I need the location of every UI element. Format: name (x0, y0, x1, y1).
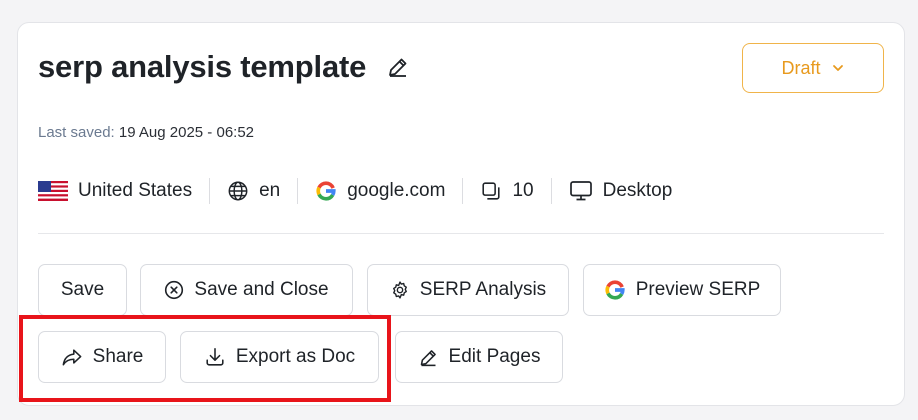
edit-pages-label: Edit Pages (448, 346, 541, 367)
meta-separator (462, 178, 464, 204)
device-text: Desktop (602, 180, 673, 201)
share-icon (61, 347, 83, 367)
preview-serp-label: Preview SERP (635, 279, 761, 300)
download-icon (204, 346, 226, 368)
meta-language: en (227, 180, 280, 202)
title-row: serp analysis template (38, 49, 412, 85)
meta-search-engine: google.com (315, 180, 445, 202)
serp-analysis-label: SERP Analysis (419, 279, 547, 300)
result-count-text: 10 (512, 180, 534, 201)
preview-serp-button[interactable]: Preview SERP (583, 264, 781, 316)
last-saved-label: Last saved: (38, 124, 115, 141)
save-button-label: Save (60, 279, 105, 300)
meta-country: United States (38, 180, 192, 202)
serp-analysis-button[interactable]: SERP Analysis (367, 264, 569, 316)
google-icon (604, 279, 626, 301)
edit-pages-button[interactable]: Edit Pages (395, 331, 563, 383)
save-and-close-label: Save and Close (194, 279, 329, 300)
search-engine-text: google.com (347, 180, 446, 201)
last-saved-value: 19 Aug 2025 - 06:52 (118, 124, 255, 141)
meta-row: United States en google.com 10 Desktop (38, 175, 672, 207)
meta-separator (297, 178, 299, 204)
status-label: Draft (781, 57, 821, 78)
pencil-icon (389, 58, 407, 77)
share-label: Share (92, 346, 144, 367)
chevron-down-icon (831, 61, 845, 75)
edit-title-button[interactable] (384, 53, 412, 81)
section-divider (38, 233, 884, 234)
copy-icon (480, 180, 502, 202)
us-flag-icon (38, 181, 68, 201)
pencil-icon (418, 347, 439, 368)
document-card: serp analysis template Draft Last saved:… (17, 22, 905, 406)
meta-result-count: 10 (480, 180, 534, 202)
share-button[interactable]: Share (38, 331, 166, 383)
google-icon (315, 180, 337, 202)
meta-separator (550, 178, 552, 204)
export-as-doc-button[interactable]: Export as Doc (180, 331, 379, 383)
language-text: en (259, 180, 281, 201)
meta-device: Desktop (569, 180, 673, 202)
meta-separator (209, 178, 211, 204)
save-and-close-button[interactable]: Save and Close (140, 264, 353, 316)
save-button[interactable]: Save (38, 264, 127, 316)
close-circle-icon (164, 280, 184, 300)
status-dropdown[interactable]: Draft (742, 43, 884, 93)
globe-icon (227, 180, 249, 202)
last-saved: Last saved: 19 Aug 2025 - 06:52 (38, 124, 254, 141)
country-text: United States (78, 180, 193, 201)
page-title: serp analysis template (38, 49, 367, 84)
gear-icon (390, 280, 410, 300)
export-as-doc-label: Export as Doc (235, 346, 356, 367)
monitor-icon (569, 180, 593, 202)
